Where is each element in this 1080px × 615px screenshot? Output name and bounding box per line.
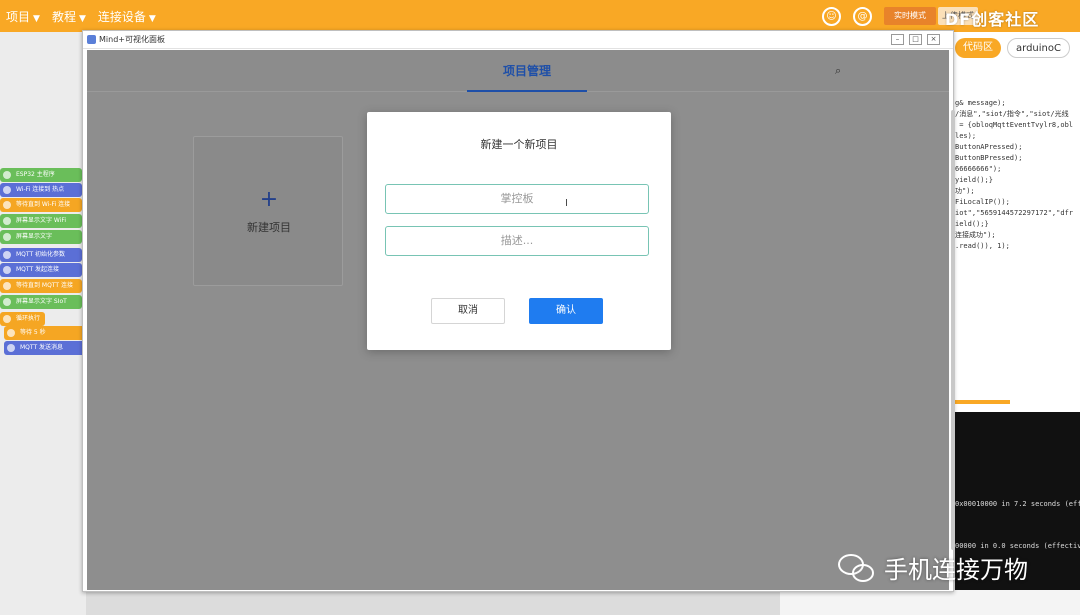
block-label: ESP32 主程序 xyxy=(16,171,55,178)
code-line: ButtonBPressed); xyxy=(955,154,1023,162)
code-block[interactable]: 屏幕显示文字 WiFi xyxy=(0,214,82,228)
code-line: ield();} xyxy=(955,220,989,228)
block-label: 等待直到 MQTT 连接 xyxy=(16,282,73,289)
bottom-toolbar xyxy=(780,590,1080,615)
block-label: 等待直到 Wi-Fi 连接 xyxy=(16,201,71,208)
text-cursor-icon: I xyxy=(565,198,568,209)
menu-project[interactable]: 项目 ▼ xyxy=(6,8,40,25)
wechat-watermark: 手机连接万物 xyxy=(838,550,1028,585)
code-block[interactable]: 等待直到 MQTT 连接 xyxy=(0,279,82,293)
code-block[interactable]: 等待直到 Wi-Fi 连接 xyxy=(0,198,82,212)
block-icon xyxy=(7,329,15,337)
chevron-down-icon: ▼ xyxy=(33,13,40,24)
code-line: 功"); xyxy=(955,187,975,195)
block-label: MQTT 初始化参数 xyxy=(16,251,66,258)
code-line: yield();} xyxy=(955,176,993,184)
wechat-icon xyxy=(838,552,878,584)
code-block[interactable]: 屏幕显示文字 xyxy=(0,230,82,244)
app-topbar: 项目 ▼ 教程 ▼ 连接设备 ▼ ☺ @ 实时模式 上传模式 DF创客社区 xyxy=(0,0,1080,32)
block-icon xyxy=(3,186,11,194)
block-icon xyxy=(3,266,11,274)
code-line: 66666666"); xyxy=(955,165,1002,173)
block-icon xyxy=(3,233,11,241)
tab-code-area[interactable]: 代码区 xyxy=(955,38,1001,58)
scrollbar[interactable] xyxy=(951,110,955,550)
code-line: les); xyxy=(955,132,977,140)
block-icon xyxy=(3,315,11,323)
code-line: FiLocalIP()); xyxy=(955,198,1010,206)
block-label: Wi-Fi 连接到 热点 xyxy=(16,186,65,193)
code-block[interactable]: MQTT 发送消息 xyxy=(4,341,86,355)
block-label: 屏幕显示文字 WiFi xyxy=(16,217,67,224)
console-line: 00000 in 0.0 seconds (effectiv xyxy=(955,542,1080,550)
new-project-card[interactable]: + 新建项目 xyxy=(193,136,343,286)
code-block[interactable]: 屏幕显示文字 SIoT xyxy=(0,295,82,309)
code-line: /消息","siot/指令","siot/光线 xyxy=(955,110,1069,118)
block-icon xyxy=(3,171,11,179)
code-block[interactable]: 循环执行 xyxy=(0,312,45,326)
code-tabs: 代码区 arduinoC xyxy=(955,38,1070,58)
main-menu: 项目 ▼ 教程 ▼ 连接设备 ▼ xyxy=(6,0,156,32)
code-line: = {obloqMqttEventTvylr8,obl xyxy=(955,121,1074,129)
realtime-mode-button[interactable]: 实时模式 xyxy=(884,7,936,25)
block-icon xyxy=(3,201,11,209)
close-button[interactable]: × xyxy=(927,34,940,45)
tab-arduinoc[interactable]: arduinoC xyxy=(1007,38,1070,58)
menu-tutorial[interactable]: 教程 ▼ xyxy=(52,8,86,25)
active-tab-underline xyxy=(467,90,587,92)
code-line: g& message); xyxy=(955,99,1006,107)
block-icon xyxy=(7,344,15,352)
description-input[interactable]: 描述... xyxy=(385,226,649,256)
app-icon xyxy=(87,35,96,44)
plus-icon: + xyxy=(259,187,279,212)
new-project-label: 新建项目 xyxy=(247,221,291,234)
dialog-title: 新建一个新项目 xyxy=(480,138,558,151)
maximize-button[interactable]: □ xyxy=(909,34,922,45)
block-label: 循环执行 xyxy=(16,315,41,322)
code-text: g& message); /消息","siot/指令","siot/光线 = {o… xyxy=(955,98,1073,252)
block-icon xyxy=(3,217,11,225)
panel-header: 项目管理 ⌕ xyxy=(87,50,949,92)
code-line: 连接成功"); xyxy=(955,231,996,239)
code-line: .read()), 1); xyxy=(955,242,1010,250)
block-label: 等待 5 秒 xyxy=(20,329,46,336)
code-block[interactable]: MQTT 发起连接 xyxy=(0,263,82,277)
face-icon[interactable]: ☺ xyxy=(822,7,841,26)
project-name-input[interactable]: 掌控板 xyxy=(385,184,649,214)
code-block[interactable]: 等待 5 秒 xyxy=(4,326,86,340)
code-line: iot","5659144572297172","dfr xyxy=(955,209,1074,217)
cancel-button[interactable]: 取消 xyxy=(431,298,505,324)
cloud-icon[interactable]: @ xyxy=(853,7,872,26)
chevron-down-icon: ▼ xyxy=(148,13,156,24)
menu-connect-device[interactable]: 连接设备 ▼ xyxy=(98,8,156,25)
code-block[interactable]: Wi-Fi 连接到 热点 xyxy=(0,183,82,197)
window-title: Mind+可视化面板 xyxy=(99,35,165,44)
window-titlebar: Mind+可视化面板 – □ × xyxy=(83,31,953,49)
block-label: 屏幕显示文字 xyxy=(16,233,53,240)
code-line: ButtonAPressed); xyxy=(955,143,1023,151)
block-label: 屏幕显示文字 SIoT xyxy=(16,298,67,305)
block-label: MQTT 发起连接 xyxy=(16,266,60,273)
block-icon xyxy=(3,251,11,259)
confirm-button[interactable]: 确认 xyxy=(529,298,603,324)
tab-project-management[interactable]: 项目管理 xyxy=(467,50,587,92)
dfrobot-watermark: DF创客社区 xyxy=(945,10,1040,29)
code-block[interactable]: ESP32 主程序 xyxy=(0,168,82,182)
new-project-dialog: 新建一个新项目 掌控板 I 描述... 取消 确认 xyxy=(367,112,671,350)
code-block[interactable]: MQTT 初始化参数 xyxy=(0,248,82,262)
block-label: MQTT 发送消息 xyxy=(20,344,64,351)
chevron-down-icon: ▼ xyxy=(78,13,86,24)
watermark-text: 手机连接万物 xyxy=(884,556,1028,584)
block-icon xyxy=(3,298,11,306)
search-icon[interactable]: ⌕ xyxy=(835,64,841,78)
editor-divider xyxy=(955,400,1010,404)
minimize-button[interactable]: – xyxy=(891,34,904,45)
block-icon xyxy=(3,282,11,290)
console-line: 0x00010000 in 7.2 seconds (eff xyxy=(955,500,1080,508)
